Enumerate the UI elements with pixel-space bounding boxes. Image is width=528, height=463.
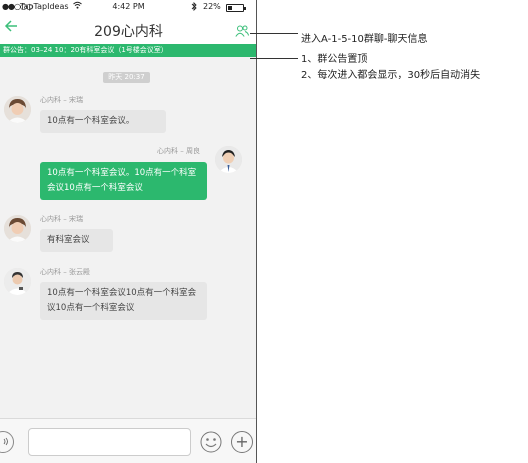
message-sender: 心内科 – 宋瑞 [40, 96, 83, 104]
pinned-notice[interactable]: 群公告：03–24 10：20有科室会议（1号楼会议室） [0, 44, 256, 57]
battery-icon [226, 4, 246, 12]
message-sender: 心内科 – 张云殿 [40, 268, 90, 276]
annotation-connector [250, 58, 298, 59]
message-sender: 心内科 – 宋瑞 [40, 215, 83, 223]
message-bubble[interactable]: 10点有一个科室会议10点有一个科室会议10点有一个科室会议 [40, 282, 207, 320]
message-bubble[interactable]: 有科室会议 [40, 229, 113, 252]
avatar[interactable] [215, 146, 242, 173]
nav-bar: 209心内科 [0, 14, 256, 44]
time-divider: 昨天 20:37 [103, 72, 150, 83]
chat-input-bar: + [0, 418, 256, 463]
page-title: 209心内科 [94, 24, 163, 40]
battery-percent: 22% [203, 2, 221, 11]
emoji-icon[interactable] [200, 431, 222, 453]
phone-screen: ●●○○○ TapTapIdeas 4:42 PM 22% 209心内科 群公告… [0, 0, 257, 463]
avatar[interactable] [4, 268, 31, 295]
annotation-notice-1: 1、群公告置顶 [301, 54, 368, 65]
avatar[interactable] [4, 215, 31, 242]
annotation-group-info: 进入A-1-5-10群聊-聊天信息 [301, 34, 428, 45]
status-bar: ●●○○○ TapTapIdeas 4:42 PM 22% [0, 0, 256, 14]
plus-icon[interactable]: + [231, 431, 253, 453]
message-sender: 心内科 – 周良 [157, 147, 200, 155]
annotation-connector [250, 33, 298, 34]
voice-icon[interactable] [0, 431, 14, 453]
avatar[interactable] [4, 96, 31, 123]
message-bubble[interactable]: 10点有一个科室会议。10点有一个科室会议10点有一个科室会议 [40, 162, 207, 200]
bluetooth-icon [191, 1, 197, 13]
annotation-notice-2: 2、每次进入都会显示，30秒后自动消失 [301, 70, 481, 81]
message-input[interactable] [28, 428, 191, 456]
group-users-icon[interactable] [235, 22, 249, 37]
message-bubble[interactable]: 10点有一个科室会议。 [40, 110, 166, 133]
